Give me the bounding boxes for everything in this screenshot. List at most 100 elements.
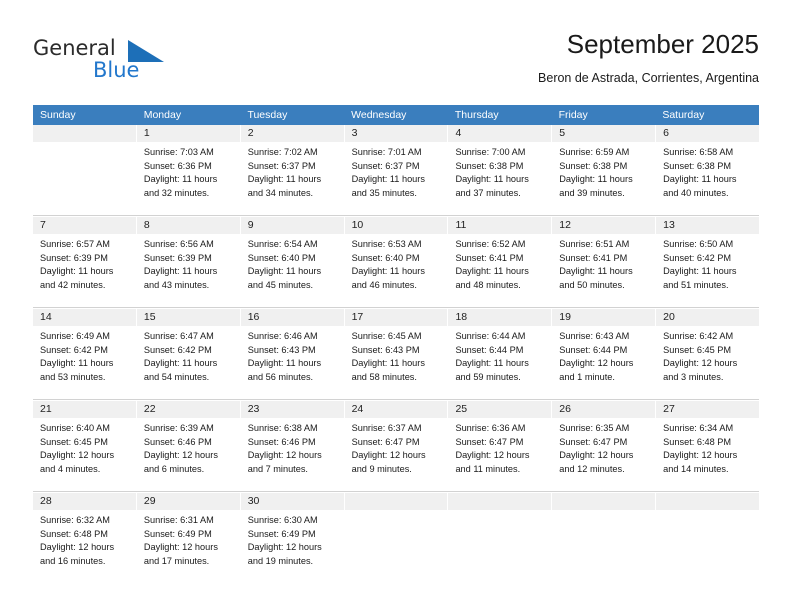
day-daylight-1-text: Daylight: 12 hours: [455, 450, 530, 460]
day-sun-info: Sunrise: 6:44 AM Sunset: 6:44 PM Daylight:…: [448, 326, 551, 384]
day-daylight-1-text: Daylight: 12 hours: [663, 358, 738, 368]
day-sun-info: Sunrise: 6:42 AM Sunset: 6:45 PM Daylight:…: [656, 326, 759, 384]
day-cell[interactable]: 24 Sunrise: 6:37 AM Sunset: 6:47 PM Dayligh…: [344, 401, 449, 491]
day-cell[interactable]: 23 Sunrise: 6:38 AM Sunset: 6:46 PM Dayligh…: [240, 401, 345, 491]
day-sunrise-text: Sunrise: 6:56 AM: [143, 239, 214, 249]
day-daylight-2-text: and 43 minutes.: [143, 279, 210, 290]
day-daylight-2-text: and 17 minutes.: [143, 555, 210, 566]
day-cell[interactable]: 3 Sunrise: 7:01 AM Sunset: 6:37 PM Daylight…: [344, 125, 449, 215]
day-number: [448, 493, 552, 510]
day-sunset-text: Sunset: 6:47 PM: [455, 436, 524, 447]
day-cell[interactable]: 9 Sunrise: 6:54 AM Sunset: 6:40 PM Daylight…: [240, 217, 345, 307]
day-cell[interactable]: 25 Sunrise: 6:36 AM Sunset: 6:47 PM Dayligh…: [448, 401, 553, 491]
day-number: [344, 493, 448, 510]
day-sunset-text: Sunset: 6:48 PM: [663, 436, 732, 447]
day-cell[interactable]: 5 Sunrise: 6:59 AM Sunset: 6:38 PM Daylight…: [552, 125, 657, 215]
day-sun-info: Sunrise: 6:45 AM Sunset: 6:43 PM Daylight:…: [345, 326, 448, 384]
weekday-header-wednesday: Wednesday: [351, 109, 407, 121]
day-sun-info: Sunrise: 6:57 AM Sunset: 6:39 PM Daylight:…: [33, 234, 136, 292]
day-cell[interactable]: 12 Sunrise: 6:51 AM Sunset: 6:41 PM Dayligh…: [552, 217, 657, 307]
day-cell[interactable]: 20 Sunrise: 6:42 AM Sunset: 6:45 PM Dayligh…: [656, 309, 760, 399]
calendar-page: General Blue September 2025 Beron de Ast…: [0, 0, 792, 612]
day-cell-empty: [33, 125, 137, 215]
day-cell[interactable]: 29 Sunrise: 6:31 AM Sunset: 6:49 PM Dayligh…: [136, 493, 241, 583]
calendar-grid: Sunday Monday Tuesday Wednesday Thursday Frid…: [33, 105, 760, 583]
day-cell[interactable]: 19 Sunrise: 6:43 AM Sunset: 6:44 PM Dayligh…: [552, 309, 657, 399]
day-sunset-text: Sunset: 6:40 PM: [351, 252, 420, 263]
day-number: 4: [448, 125, 552, 142]
day-sunrise-text: Sunrise: 6:38 AM: [247, 423, 318, 433]
day-daylight-1-text: Daylight: 12 hours: [40, 542, 115, 552]
day-sunset-text: Sunset: 6:37 PM: [247, 160, 316, 171]
day-daylight-2-text: and 56 minutes.: [247, 371, 314, 382]
day-cell[interactable]: 14 Sunrise: 6:49 AM Sunset: 6:42 PM Dayligh…: [33, 309, 137, 399]
day-number: 7: [33, 217, 136, 234]
day-sun-info: Sunrise: 6:40 AM Sunset: 6:45 PM Daylight:…: [33, 418, 136, 476]
day-cell[interactable]: 6 Sunrise: 6:58 AM Sunset: 6:38 PM Daylight…: [656, 125, 760, 215]
week-cells: 28 Sunrise: 6:32 AM Sunset: 6:48 PM Dayligh…: [33, 492, 760, 583]
day-daylight-2-text: and 19 minutes.: [247, 555, 314, 566]
day-cell[interactable]: 2 Sunrise: 7:02 AM Sunset: 6:37 PM Daylight…: [240, 125, 345, 215]
day-sunset-text: Sunset: 6:49 PM: [247, 528, 316, 539]
day-number: 29: [136, 493, 240, 510]
day-daylight-1-text: Daylight: 12 hours: [143, 450, 218, 460]
day-cell[interactable]: 21 Sunrise: 6:40 AM Sunset: 6:45 PM Dayligh…: [33, 401, 137, 491]
day-sun-info: Sunrise: 6:31 AM Sunset: 6:49 PM Daylight:…: [137, 510, 240, 568]
day-cell[interactable]: 27 Sunrise: 6:34 AM Sunset: 6:48 PM Dayligh…: [656, 401, 760, 491]
weekday-header-tuesday: Tuesday: [247, 109, 288, 121]
day-cell-empty: [552, 493, 657, 583]
calendar-week-row: 14 Sunrise: 6:49 AM Sunset: 6:42 PM Dayligh…: [33, 307, 760, 399]
day-daylight-2-text: and 35 minutes.: [351, 187, 417, 198]
general-blue-logo[interactable]: General Blue: [33, 36, 213, 94]
day-daylight-1-text: Daylight: 11 hours: [559, 174, 633, 184]
day-sunrise-text: Sunrise: 7:02 AM: [247, 147, 318, 157]
day-daylight-2-text: and 34 minutes.: [247, 187, 314, 198]
day-cell[interactable]: 1 Sunrise: 7:03 AM Sunset: 6:36 PM Daylight…: [136, 125, 241, 215]
day-cell[interactable]: 10 Sunrise: 6:53 AM Sunset: 6:40 PM Dayligh…: [344, 217, 449, 307]
day-cell[interactable]: 7 Sunrise: 6:57 AM Sunset: 6:39 PM Daylight…: [33, 217, 137, 307]
calendar-week-row: 1 Sunrise: 7:03 AM Sunset: 6:36 PM Daylight…: [33, 125, 760, 215]
day-number: 12: [552, 217, 656, 234]
day-daylight-1-text: Daylight: 11 hours: [143, 174, 218, 184]
day-daylight-2-text: and 42 minutes.: [40, 279, 106, 290]
title-block: September 2025 Beron de Astrada, Corrien…: [538, 28, 759, 88]
day-number: 9: [240, 217, 344, 234]
day-cell-empty: [656, 493, 760, 583]
week-cells: 7 Sunrise: 6:57 AM Sunset: 6:39 PM Daylight…: [33, 216, 760, 307]
day-sunrise-text: Sunrise: 6:57 AM: [40, 239, 110, 249]
day-daylight-2-text: and 6 minutes.: [143, 463, 205, 474]
day-cell[interactable]: 11 Sunrise: 6:52 AM Sunset: 6:41 PM Dayligh…: [448, 217, 553, 307]
day-cell[interactable]: 4 Sunrise: 7:00 AM Sunset: 6:38 PM Daylight…: [448, 125, 553, 215]
day-sun-info: Sunrise: 6:46 AM Sunset: 6:43 PM Daylight:…: [241, 326, 344, 384]
day-daylight-1-text: Daylight: 11 hours: [663, 174, 737, 184]
day-daylight-1-text: Daylight: 11 hours: [351, 174, 425, 184]
day-cell[interactable]: 8 Sunrise: 6:56 AM Sunset: 6:39 PM Daylight…: [136, 217, 241, 307]
day-cell[interactable]: 26 Sunrise: 6:35 AM Sunset: 6:47 PM Dayligh…: [552, 401, 657, 491]
day-cell[interactable]: 16 Sunrise: 6:46 AM Sunset: 6:43 PM Dayligh…: [240, 309, 345, 399]
week-cells: 1 Sunrise: 7:03 AM Sunset: 6:36 PM Daylight…: [33, 125, 760, 215]
page-subtitle: Beron de Astrada, Corrientes, Argentina: [538, 71, 759, 85]
day-number: 24: [344, 401, 448, 418]
logo-text-general: General: [33, 36, 116, 60]
day-daylight-1-text: Daylight: 11 hours: [351, 358, 425, 368]
day-sun-info: Sunrise: 6:47 AM Sunset: 6:42 PM Daylight:…: [137, 326, 240, 384]
day-number: 1: [136, 125, 240, 142]
day-cell[interactable]: 18 Sunrise: 6:44 AM Sunset: 6:44 PM Dayligh…: [448, 309, 553, 399]
day-cell[interactable]: 17 Sunrise: 6:45 AM Sunset: 6:43 PM Dayligh…: [344, 309, 449, 399]
day-cell[interactable]: 30 Sunrise: 6:30 AM Sunset: 6:49 PM Dayligh…: [240, 493, 345, 583]
day-daylight-1-text: Daylight: 12 hours: [351, 450, 426, 460]
day-sunset-text: Sunset: 6:43 PM: [351, 344, 420, 355]
day-cell[interactable]: 13 Sunrise: 6:50 AM Sunset: 6:42 PM Dayligh…: [656, 217, 760, 307]
day-daylight-2-text: and 32 minutes.: [143, 187, 210, 198]
day-cell[interactable]: 15 Sunrise: 6:47 AM Sunset: 6:42 PM Dayligh…: [136, 309, 241, 399]
weekday-header-monday: Monday: [143, 109, 182, 121]
day-sunset-text: Sunset: 6:38 PM: [663, 160, 732, 171]
day-daylight-2-text: and 9 minutes.: [351, 463, 412, 474]
day-cell[interactable]: 22 Sunrise: 6:39 AM Sunset: 6:46 PM Dayligh…: [136, 401, 241, 491]
day-daylight-1-text: Daylight: 11 hours: [559, 266, 633, 276]
day-sun-info: Sunrise: 6:53 AM Sunset: 6:40 PM Daylight:…: [345, 234, 448, 292]
day-sunrise-text: Sunrise: 6:54 AM: [247, 239, 318, 249]
day-sun-info: Sunrise: 6:58 AM Sunset: 6:38 PM Daylight:…: [656, 142, 759, 200]
day-number: 18: [448, 309, 552, 326]
day-cell[interactable]: 28 Sunrise: 6:32 AM Sunset: 6:48 PM Dayligh…: [33, 493, 137, 583]
